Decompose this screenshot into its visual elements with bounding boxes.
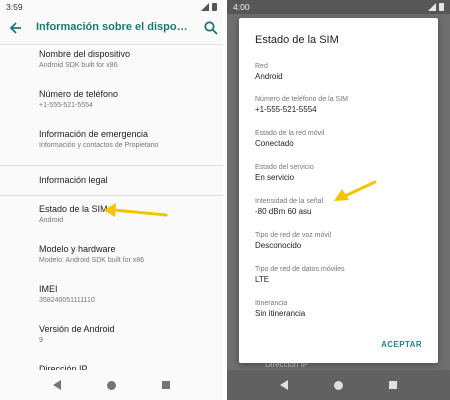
signal-icon xyxy=(201,3,209,11)
settings-screen: 3:59 Información sobre el dispositivo No… xyxy=(0,0,223,400)
nav-home-icon[interactable] xyxy=(334,380,343,390)
nav-recents-icon[interactable] xyxy=(162,381,170,389)
navigation-bar xyxy=(227,370,450,400)
dialog-title: Estado de la SIM xyxy=(255,34,339,46)
field-label: Tipo de red de voz móvil xyxy=(255,232,331,239)
field-value: Android xyxy=(255,72,283,81)
field-value: Conectado xyxy=(255,139,294,148)
list-item-device-name[interactable]: Nombre del dispositivo Android SDK built… xyxy=(0,45,223,85)
list-item-value: Android SDK built for x86 xyxy=(39,62,118,69)
page-title: Información sobre el dispositivo xyxy=(36,21,192,33)
field-signal-strength: Intensidad de la señal -80 dBm 60 asu xyxy=(255,198,323,216)
signal-icon xyxy=(428,3,436,11)
list-item-legal-info[interactable]: Información legal xyxy=(0,166,223,196)
field-label: Itinerancia xyxy=(255,300,288,307)
field-value: +1-555-521-5554 xyxy=(255,105,317,114)
list-item-label: Información de emergencia xyxy=(39,129,149,139)
status-icons xyxy=(428,3,444,11)
nav-home-icon[interactable] xyxy=(107,380,116,390)
nav-back-icon[interactable] xyxy=(280,380,288,390)
nav-recents-icon[interactable] xyxy=(389,381,397,389)
battery-icon xyxy=(439,3,444,11)
list-item-value: 358240051111110 xyxy=(39,297,95,304)
field-value: Sin itinerancia xyxy=(255,309,306,318)
list-item-emergency-info[interactable]: Información de emergencia Información y … xyxy=(0,125,223,166)
field-value: Desconocido xyxy=(255,241,302,250)
list-item-label: Versión de Android xyxy=(39,324,115,334)
search-icon[interactable] xyxy=(203,20,219,36)
list-item-label: Estado de la SIM xyxy=(39,204,108,214)
list-item-value: +1-555-521-5554 xyxy=(39,102,93,109)
back-arrow-icon[interactable] xyxy=(8,20,24,36)
list-item-value: Modelo: Android SDK built for x86 xyxy=(39,257,145,264)
field-label: Red xyxy=(255,63,268,70)
list-item-value: Android xyxy=(39,217,64,224)
sim-status-screen: 4:00 Dirección IP Estado de la SIM Red A… xyxy=(227,0,450,400)
field-label: Tipo de red de datos móviles xyxy=(255,266,345,273)
list-item-phone-number[interactable]: Número de teléfono +1-555-521-5554 xyxy=(0,85,223,125)
field-label: Intensidad de la señal xyxy=(255,198,324,205)
field-label: Número de teléfono de la SIM xyxy=(255,96,348,103)
status-icons xyxy=(201,3,217,11)
field-network: Red Android xyxy=(255,63,283,81)
field-value: LTE xyxy=(255,275,270,284)
list-item-value: 9 xyxy=(39,337,43,344)
status-bar: 4:00 xyxy=(227,0,450,14)
nav-back-icon[interactable] xyxy=(53,380,61,390)
app-bar: Información sobre el dispositivo xyxy=(0,14,223,45)
list-item-model-hardware[interactable]: Modelo y hardware Modelo: Android SDK bu… xyxy=(0,240,223,280)
field-label: Estado del servicio xyxy=(255,164,314,171)
list-item-android-version[interactable]: Versión de Android 9 xyxy=(0,320,223,360)
field-value: En servicio xyxy=(255,173,295,182)
status-time: 3:59 xyxy=(6,2,23,12)
field-mobile-network-state: Estado de la red móvil Conectado xyxy=(255,130,324,148)
navigation-bar xyxy=(0,370,223,400)
battery-icon xyxy=(212,3,217,11)
list-item-label: Número de teléfono xyxy=(39,89,119,99)
list-item-imei[interactable]: IMEI 358240051111110 xyxy=(0,280,223,320)
field-sim-phone-number: Número de teléfono de la SIM +1-555-521-… xyxy=(255,96,348,114)
field-voice-network-type: Tipo de red de voz móvil Desconocido xyxy=(255,232,331,250)
list-item-label: Nombre del dispositivo xyxy=(39,49,131,59)
settings-list: Nombre del dispositivo Android SDK built… xyxy=(0,45,223,400)
list-item-label: Información legal xyxy=(39,175,108,185)
accept-button[interactable]: ACEPTAR xyxy=(381,340,422,349)
field-value: -80 dBm 60 asu xyxy=(255,207,312,216)
list-item-label: Modelo y hardware xyxy=(39,244,116,254)
list-item-value: Información y contactos de Propietario xyxy=(39,142,159,149)
highlight-arrow-icon xyxy=(334,180,377,201)
status-time: 4:00 xyxy=(233,2,250,12)
highlight-arrow-icon xyxy=(104,203,168,217)
field-data-network-type: Tipo de red de datos móviles LTE xyxy=(255,266,345,284)
field-service-state: Estado del servicio En servicio xyxy=(255,164,314,182)
list-item-label: IMEI xyxy=(39,284,58,294)
field-label: Estado de la red móvil xyxy=(255,130,325,137)
status-bar: 3:59 xyxy=(0,0,223,14)
field-roaming: Itinerancia Sin itinerancia xyxy=(255,300,305,318)
